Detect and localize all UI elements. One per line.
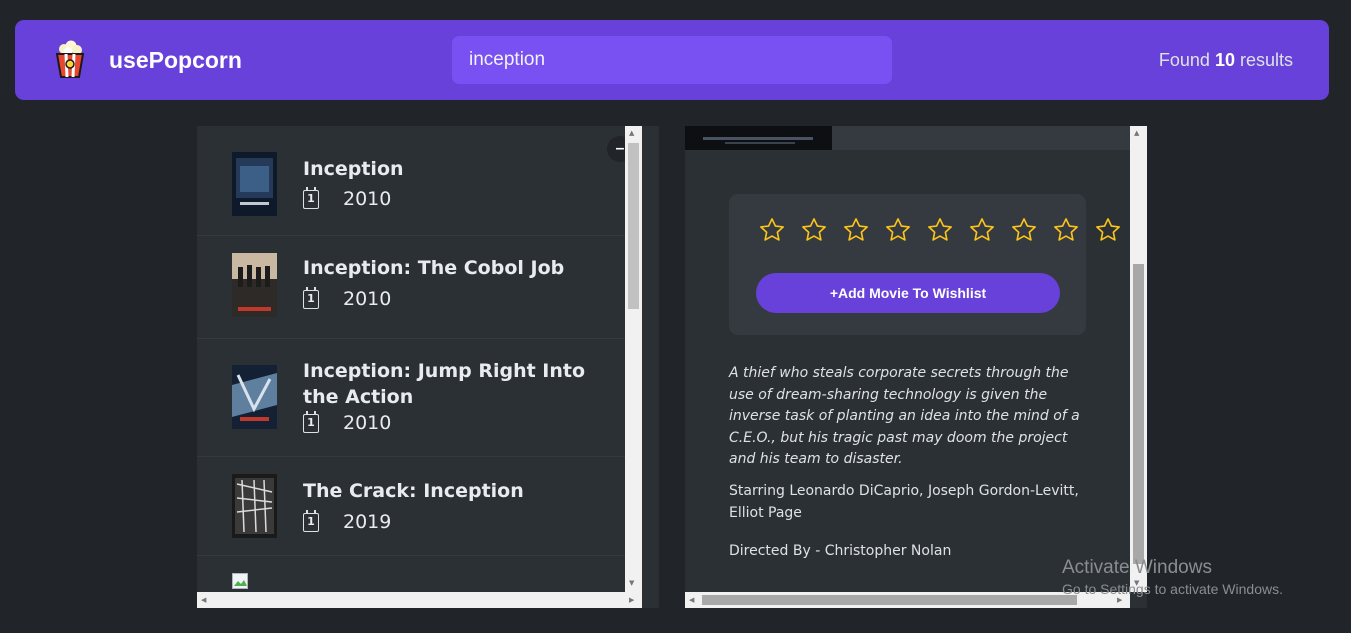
star-icon[interactable] bbox=[800, 216, 828, 244]
scrollbar-thumb[interactable] bbox=[1133, 264, 1144, 564]
movie-title: Inception: The Cobol Job bbox=[303, 257, 565, 279]
movie-year: 1 2010 bbox=[303, 410, 392, 434]
scroll-up-arrow-icon[interactable]: ▲ bbox=[629, 128, 634, 138]
star-icon[interactable] bbox=[1094, 216, 1122, 244]
movie-title: Inception bbox=[303, 158, 404, 180]
movie-year-value: 2010 bbox=[343, 188, 392, 210]
calendar-icon: 1 bbox=[303, 286, 319, 309]
movie-year: 1 2010 bbox=[303, 186, 392, 210]
movie-year-value: 2019 bbox=[343, 511, 392, 533]
movie-item[interactable]: Inception: The Cobol Job 1 2010 bbox=[197, 236, 625, 339]
scroll-up-arrow-icon[interactable]: ▲ bbox=[1134, 128, 1139, 138]
movie-poster bbox=[232, 365, 277, 429]
movie-item[interactable] bbox=[197, 556, 625, 592]
scrollbar-thumb[interactable] bbox=[628, 143, 639, 309]
movie-details: A thief who steals corporate secrets thr… bbox=[729, 363, 1089, 563]
scroll-left-arrow-icon[interactable]: ◀ bbox=[689, 595, 694, 605]
star-icon[interactable] bbox=[842, 216, 870, 244]
calendar-icon: 1 bbox=[303, 509, 319, 532]
movie-plot: A thief who steals corporate secrets thr… bbox=[729, 365, 1080, 468]
movie-item[interactable]: The Crack: Inception 1 2019 bbox=[197, 457, 625, 556]
movie-year: 1 2010 bbox=[303, 286, 392, 310]
app-name: usePopcorn bbox=[109, 46, 242, 73]
calendar-icon: 1 bbox=[303, 186, 319, 209]
star-icon[interactable] bbox=[968, 216, 996, 244]
movie-starring: Starring Leonardo DiCaprio, Joseph Gordo… bbox=[729, 482, 1079, 521]
logo: usePopcorn bbox=[53, 40, 242, 80]
movie-poster bbox=[232, 474, 277, 538]
star-icon[interactable] bbox=[926, 216, 954, 244]
scroll-down-arrow-icon[interactable]: ▼ bbox=[629, 578, 634, 588]
star-icon[interactable] bbox=[758, 216, 786, 244]
scroll-right-arrow-icon[interactable]: ▶ bbox=[629, 595, 634, 605]
details-poster bbox=[685, 126, 832, 150]
movie-director: Directed By - Christopher Nolan bbox=[729, 543, 952, 560]
movie-year-value: 2010 bbox=[343, 412, 392, 434]
star-icon[interactable] bbox=[1010, 216, 1038, 244]
movie-list-box[interactable]: Inception 1 2010 Inception: The Cobol Jo… bbox=[197, 126, 659, 608]
calendar-icon: 1 bbox=[303, 410, 319, 433]
add-to-wishlist-button[interactable]: +Add Movie To Wishlist bbox=[756, 273, 1060, 313]
movie-item[interactable]: Inception 1 2010 bbox=[197, 126, 625, 236]
watermark-title: Activate Windows bbox=[1062, 557, 1212, 578]
details-header bbox=[685, 126, 1130, 150]
movie-year: 1 2019 bbox=[303, 509, 392, 533]
watermark-subtitle: Go to Settings to activate Windows. bbox=[1062, 581, 1283, 597]
results-suffix: results bbox=[1239, 50, 1293, 70]
results-prefix: Found bbox=[1158, 50, 1210, 70]
popcorn-icon bbox=[53, 40, 87, 80]
movie-year-value: 2010 bbox=[343, 288, 392, 310]
star-icon[interactable] bbox=[1052, 216, 1080, 244]
movie-details-box[interactable]: +Add Movie To Wishlist A thief who steal… bbox=[685, 126, 1147, 608]
movie-list: Inception 1 2010 Inception: The Cobol Jo… bbox=[197, 126, 625, 592]
results-count: Found 10 results bbox=[1159, 50, 1293, 71]
movie-title: Inception: Jump Right Into the Action bbox=[303, 360, 586, 408]
movie-poster bbox=[232, 152, 277, 216]
details-vertical-scrollbar[interactable]: ▲ ▼ bbox=[1130, 126, 1147, 592]
scroll-left-arrow-icon[interactable]: ◀ bbox=[201, 595, 206, 605]
movie-poster bbox=[232, 253, 277, 317]
navbar: usePopcorn Found 10 results bbox=[15, 20, 1329, 100]
results-number: 10 bbox=[1214, 50, 1235, 70]
movie-list-horizontal-scrollbar[interactable]: ◀ ▶ bbox=[197, 592, 642, 608]
broken-image-icon bbox=[232, 573, 250, 591]
star-icon[interactable] bbox=[884, 216, 912, 244]
movie-list-vertical-scrollbar[interactable]: ▲ ▼ bbox=[625, 126, 642, 592]
windows-activation-watermark: Activate Windows Go to Settings to activ… bbox=[1062, 557, 1283, 597]
star-rating[interactable] bbox=[758, 216, 1122, 244]
movie-title: The Crack: Inception bbox=[303, 480, 524, 502]
scrollbar-thumb[interactable] bbox=[702, 595, 1077, 605]
search-input[interactable] bbox=[452, 36, 892, 84]
rating-panel: +Add Movie To Wishlist bbox=[729, 194, 1120, 335]
movie-item[interactable]: Inception: Jump Right Into the Action 1 … bbox=[197, 339, 625, 457]
